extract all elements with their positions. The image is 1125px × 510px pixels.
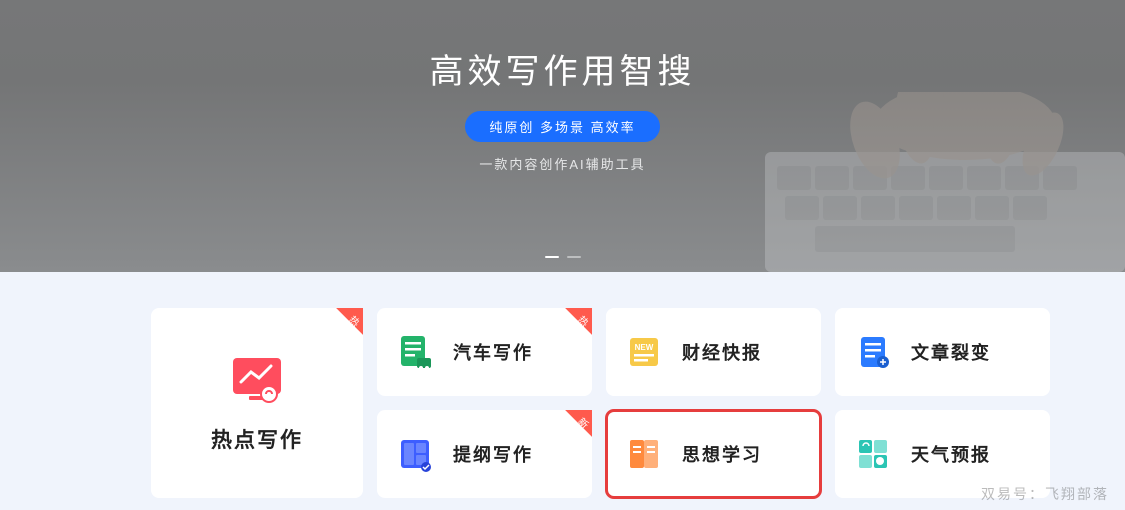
weather-grid-icon (853, 434, 893, 474)
document-icon (853, 332, 893, 372)
card-outline-writing[interactable]: 新 提纲写作 (377, 410, 592, 498)
new-badge: 新 (554, 410, 592, 448)
card-thought-study[interactable]: 思想学习 (606, 410, 821, 498)
hero-title: 高效写作用智搜 (0, 44, 1125, 93)
hero-tagline-pill: 纯原创 多场景 高效率 (465, 111, 659, 142)
book-icon (624, 434, 664, 474)
document-car-icon (395, 332, 435, 372)
card-car-writing[interactable]: 热 汽车写作 (377, 308, 592, 396)
card-title: 热点写作 (211, 424, 303, 454)
hot-badge: 热 (325, 308, 363, 346)
layout-grid-icon (395, 434, 435, 474)
carousel-dot-1[interactable] (545, 256, 559, 258)
hero-subtitle: 一款内容创作AI辅助工具 (0, 154, 1125, 173)
svg-text:NEW: NEW (635, 343, 654, 352)
tools-grid: 热 热点写作 热 (151, 308, 1050, 498)
card-label: 文章裂变 (911, 339, 991, 365)
card-hot-writing[interactable]: 热 热点写作 (151, 308, 363, 498)
chart-trend-icon (229, 352, 285, 408)
carousel-dot-2[interactable] (567, 256, 581, 258)
carousel-dots[interactable] (545, 256, 581, 258)
document-new-icon: NEW (624, 332, 664, 372)
card-label: 天气预报 (911, 441, 991, 467)
card-label: 财经快报 (682, 339, 762, 365)
card-label: 思想学习 (682, 441, 762, 467)
card-article-split[interactable]: 文章裂变 (835, 308, 1050, 396)
card-weather-forecast[interactable]: 天气预报 (835, 410, 1050, 498)
hero-banner: 高效写作用智搜 纯原创 多场景 高效率 一款内容创作AI辅助工具 (0, 0, 1125, 272)
card-label: 提纲写作 (453, 441, 533, 467)
card-finance-news[interactable]: NEW 财经快报 (606, 308, 821, 396)
hot-badge: 热 (554, 308, 592, 346)
card-label: 汽车写作 (453, 339, 533, 365)
